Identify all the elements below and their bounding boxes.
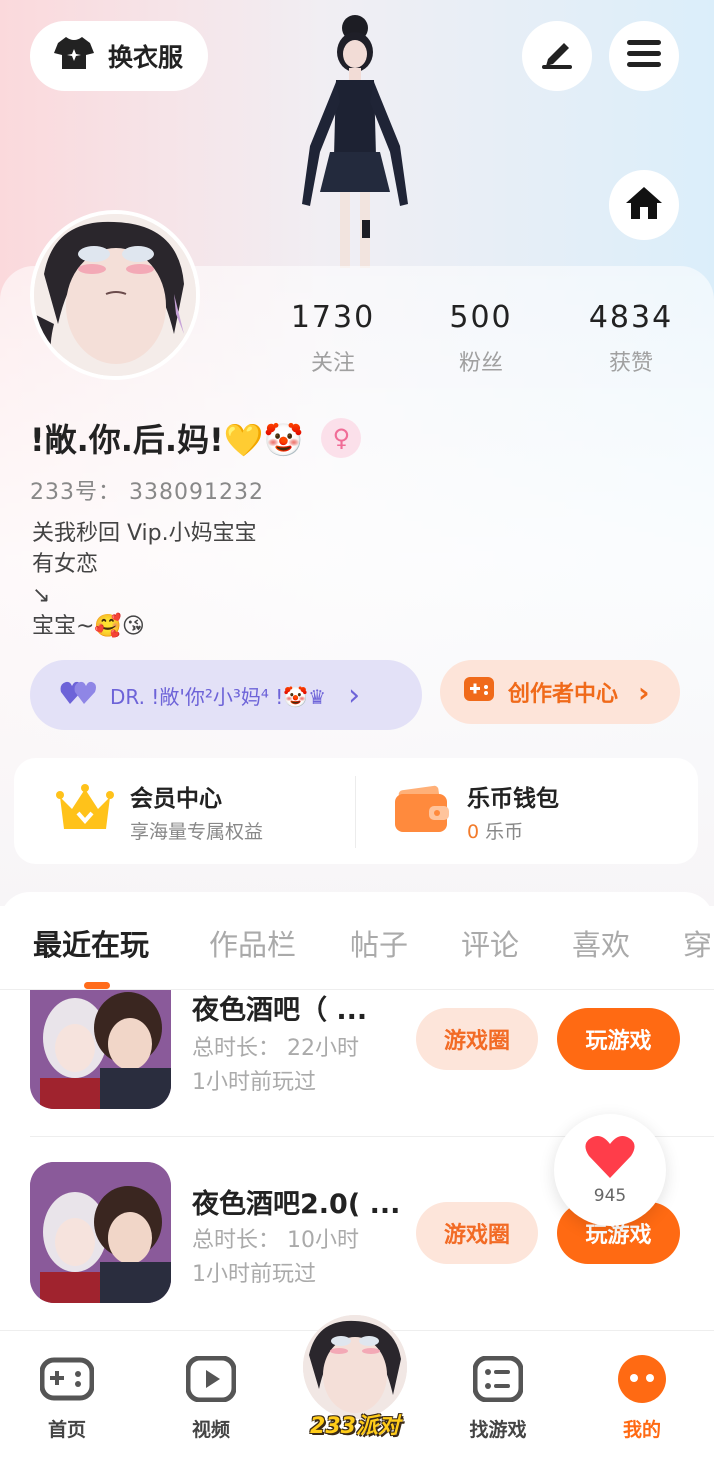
game-duration: 总时长： 22小时 [192, 1036, 359, 1061]
menu-icon [627, 40, 661, 72]
like-count: 945 [593, 1186, 627, 1206]
vip-subtitle: 享海量专属权益 [130, 820, 264, 843]
gender-symbol: ♀ [332, 424, 351, 452]
nickname-row: !敞.你.后.妈!💛🤡 ♀ [30, 416, 362, 460]
nav-find-games-label: 找游戏 [469, 1419, 527, 1441]
user-id: 233号： 338091232 [30, 480, 264, 505]
content-tabs: 最近在玩 作品栏 帖子 评论 喜欢 穿 [0, 892, 714, 990]
coin-count: 0 [467, 820, 480, 843]
face-icon [592, 1353, 692, 1405]
following-count: 1730 [290, 300, 376, 335]
list-icon [448, 1353, 548, 1405]
wallet-divider [355, 776, 356, 848]
pencil-icon [540, 39, 574, 73]
creator-center-label: 创作者中心 [508, 682, 619, 707]
fans-label: 粉丝 [458, 351, 503, 376]
club-chevron-icon: › [348, 677, 361, 713]
following-label: 关注 [310, 351, 355, 376]
nav-mine[interactable]: 我的 [592, 1353, 692, 1442]
gamepad-plus-icon [464, 675, 494, 709]
tab-comments[interactable]: 评论 [461, 922, 519, 964]
tab-recently-played[interactable]: 最近在玩 [33, 922, 149, 964]
bio-text: 关我秒回 Vip.小妈宝宝 有女恋 ↘ 宝宝~🥰😘 [32, 521, 257, 639]
game-thumbnail[interactable] [30, 1162, 171, 1303]
likes-count: 4834 [588, 300, 674, 335]
nav-home[interactable]: 首页 [17, 1353, 117, 1442]
heart-icon [585, 1134, 635, 1184]
wallet-card: 会员中心 享海量专属权益 乐币钱包 0 乐币 [14, 758, 698, 864]
tab-likes[interactable]: 喜欢 [572, 922, 630, 964]
play-game-button[interactable]: 玩游戏 [557, 1008, 680, 1070]
stat-fans[interactable]: 500 粉丝 [411, 300, 551, 377]
coin-wallet-title: 乐币钱包 [467, 785, 559, 812]
fans-count: 500 [449, 300, 513, 335]
tab-posts[interactable]: 帖子 [350, 922, 408, 964]
coin-wallet[interactable]: 乐币钱包 0 乐币 [359, 758, 698, 864]
game-last-played: 1小时前玩过 [192, 1262, 316, 1287]
vip-center[interactable]: 会员中心 享海量专属权益 [14, 758, 359, 864]
club-button[interactable]: DR. !敞'你²小³妈⁴ !🤡♛ › [30, 660, 422, 730]
crown-icon [56, 783, 114, 839]
vip-title: 会员中心 [130, 785, 222, 812]
list-item[interactable]: 夜色酒吧（ ... 总时长： 22小时 1小时前玩过 游戏圈 玩游戏 [0, 990, 714, 1137]
active-tab-indicator [84, 982, 110, 989]
change-outfit-button[interactable]: 换衣服 [30, 21, 208, 91]
creator-center-button[interactable]: 创作者中心 › [440, 660, 680, 724]
nav-video-label: 视频 [191, 1419, 230, 1441]
double-heart-icon [60, 680, 96, 711]
nav-mine-label: 我的 [622, 1419, 661, 1441]
nav-video[interactable]: 视频 [161, 1353, 261, 1442]
wallet-icon [395, 784, 451, 838]
house-icon [624, 185, 664, 225]
home-button[interactable] [609, 170, 679, 240]
game-duration: 总时长： 10小时 [192, 1228, 359, 1253]
game-thumbnail[interactable] [30, 990, 171, 1109]
game-circle-button[interactable]: 游戏圈 [416, 1202, 538, 1264]
menu-button[interactable] [609, 21, 679, 91]
creator-chevron-icon: › [638, 675, 650, 709]
club-label: DR. !敞'你²小³妈⁴ !🤡♛ [110, 684, 327, 709]
gamepad-icon [17, 1353, 117, 1405]
stat-following[interactable]: 1730 关注 [263, 300, 403, 377]
party-avatar[interactable] [303, 1315, 407, 1419]
game-title: 夜色酒吧（ ... [192, 995, 368, 1026]
coin-balance: 0 乐币 [467, 817, 559, 844]
party-label[interactable]: 233派对 [290, 1408, 420, 1440]
likes-label: 获赞 [608, 351, 653, 376]
tab-outfits[interactable]: 穿 [683, 922, 712, 964]
video-play-icon [161, 1353, 261, 1405]
like-button[interactable]: 945 [554, 1114, 666, 1226]
game-last-played: 1小时前玩过 [192, 1070, 316, 1095]
profile-avatar[interactable] [30, 210, 200, 380]
game-circle-button[interactable]: 游戏圈 [416, 1008, 538, 1070]
change-outfit-label: 换衣服 [108, 43, 184, 72]
nickname: !敞.你.后.妈!💛🤡 [30, 421, 304, 459]
stat-likes[interactable]: 4834 获赞 [561, 300, 701, 377]
nav-home-label: 首页 [47, 1419, 86, 1441]
game-title: 夜色酒吧2.0( ... [192, 1189, 401, 1220]
female-gender-icon: ♀ [321, 418, 362, 458]
avatar-3d-figure[interactable] [290, 6, 420, 268]
edit-profile-button[interactable] [522, 21, 592, 91]
coin-unit: 乐币 [485, 820, 524, 843]
nav-find-games[interactable]: 找游戏 [448, 1353, 548, 1442]
tshirt-icon [54, 35, 94, 77]
tab-works[interactable]: 作品栏 [209, 922, 296, 964]
